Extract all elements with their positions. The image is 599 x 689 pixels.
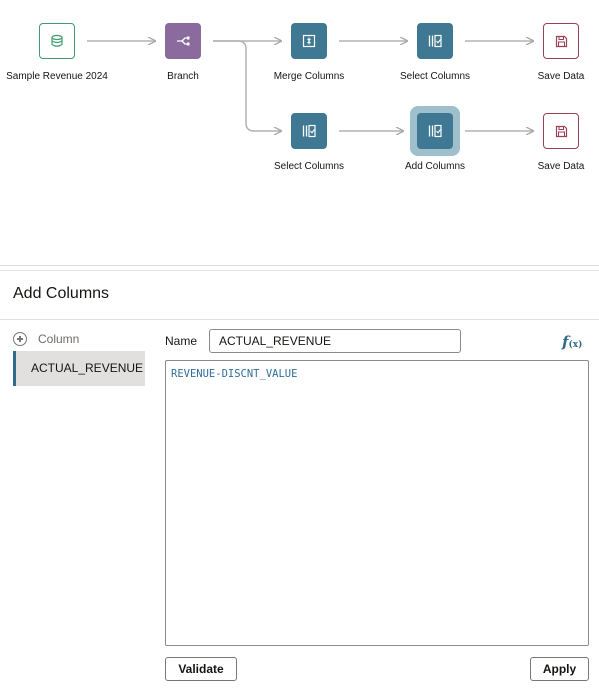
- merge-icon: [302, 34, 316, 48]
- node-merge-columns[interactable]: [291, 23, 327, 59]
- add-circle-icon: [13, 332, 27, 346]
- branch-icon: [177, 36, 190, 46]
- node-label-save-data-1: Save Data: [537, 71, 585, 82]
- fx-sub: (x): [568, 340, 583, 350]
- add-columns-icon: [428, 124, 442, 138]
- node-label-add-columns: Add Columns: [404, 161, 466, 172]
- node-branch[interactable]: [165, 23, 201, 59]
- node-label-select-columns-2: Select Columns: [273, 161, 345, 172]
- node-add-columns[interactable]: [417, 113, 453, 149]
- node-label-merge-columns: Merge Columns: [273, 71, 345, 82]
- expression-editor[interactable]: REVENUE-DISCNT_VALUE: [165, 360, 589, 646]
- node-save-data-2[interactable]: [543, 113, 579, 149]
- select-columns-icon: [302, 124, 316, 138]
- validate-button[interactable]: Validate: [165, 657, 237, 681]
- panel-header-divider: [0, 319, 599, 320]
- edge-branch-select2: [213, 40, 281, 131]
- name-label: Name: [165, 334, 198, 348]
- database-icon: [51, 34, 63, 47]
- function-icon[interactable]: f(x): [562, 333, 582, 351]
- data-flow-canvas[interactable]: Sample Revenue 2024 Branch Merge Columns…: [0, 0, 599, 265]
- column-list-item[interactable]: ACTUAL_REVENUE: [13, 351, 145, 386]
- node-label-select-columns-1: Select Columns: [399, 71, 471, 82]
- apply-button[interactable]: Apply: [530, 657, 589, 681]
- node-label-save-data-2: Save Data: [537, 161, 585, 172]
- node-label-branch: Branch: [167, 71, 199, 82]
- node-save-data-1[interactable]: [543, 23, 579, 59]
- save-icon: [555, 35, 567, 47]
- add-column-button[interactable]: Column: [13, 332, 79, 346]
- panel-title: Add Columns: [13, 285, 110, 302]
- column-list-header: Column: [38, 332, 80, 346]
- select-columns-icon: [428, 34, 442, 48]
- node-select-columns-2[interactable]: [291, 113, 327, 149]
- column-name-input[interactable]: [209, 329, 461, 353]
- save-icon: [555, 125, 567, 137]
- node-label-sample-revenue: Sample Revenue 2024: [6, 71, 108, 82]
- node-select-columns-1[interactable]: [417, 23, 453, 59]
- panel-resize-divider[interactable]: [0, 265, 599, 271]
- node-sample-revenue[interactable]: [39, 23, 75, 59]
